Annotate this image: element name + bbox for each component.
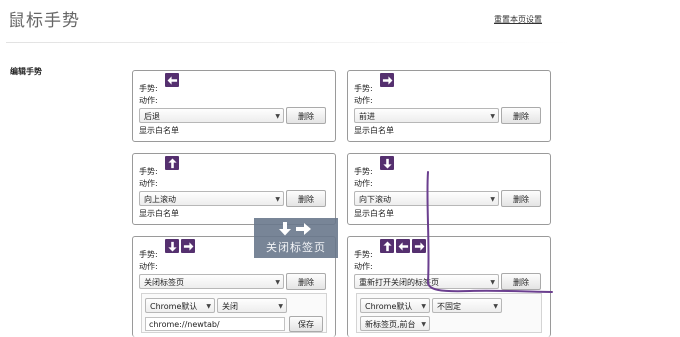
arrow-left-icon — [396, 239, 410, 253]
browser-select[interactable]: Chrome默认 ▼ — [360, 298, 430, 313]
action-select-value: 向下滚动 — [359, 195, 391, 204]
show-whitelist-link[interactable]: 显示白名单 — [139, 208, 179, 219]
action-label: 动作: — [139, 179, 158, 188]
dropdown-caret-icon: ▼ — [206, 303, 211, 310]
arrow-up-icon — [165, 156, 179, 170]
delete-button[interactable]: 删除 — [286, 107, 326, 124]
action-select-value: 重新打开关闭的标签页 — [359, 278, 439, 287]
gesture-label: 手势: — [139, 84, 158, 93]
action-label: 动作: — [139, 96, 158, 105]
gesture-card-scroll-down: 手势: 动作: 向下滚动 ▼ 删除 显示白名单 — [347, 153, 551, 225]
dropdown-caret-icon: ▼ — [490, 279, 495, 286]
dropdown-caret-icon: ▼ — [278, 303, 283, 310]
gesture-label: 手势: — [354, 84, 373, 93]
action-select-value: 前进 — [359, 112, 375, 121]
action-select[interactable]: 关闭标签页 ▼ — [139, 274, 284, 289]
delete-button[interactable]: 删除 — [501, 273, 541, 290]
action-select[interactable]: 后退 ▼ — [139, 108, 284, 123]
page-title: 鼠标手势 — [8, 11, 80, 31]
delete-button[interactable]: 删除 — [501, 190, 541, 207]
delete-button[interactable]: 删除 — [286, 273, 326, 290]
dropdown-caret-icon: ▼ — [421, 303, 426, 310]
close-mode-select[interactable]: 关闭 ▼ — [217, 298, 287, 313]
action-label: 动作: — [354, 262, 373, 271]
action-select[interactable]: 重新打开关闭的标签页 ▼ — [354, 274, 499, 289]
action-label: 动作: — [354, 179, 373, 188]
gesture-label: 手势: — [139, 167, 158, 176]
arrow-right-icon — [380, 73, 394, 87]
browser-select-value: Chrome默认 — [365, 302, 413, 311]
dropdown-caret-icon: ▼ — [275, 113, 280, 120]
gesture-card-back: 手势: 动作: 后退 ▼ 删除 显示白名单 — [132, 70, 336, 142]
arrow-up-icon — [380, 239, 394, 253]
dropdown-caret-icon: ▼ — [493, 303, 498, 310]
action-options-panel: Chrome默认 ▼ 不固定 ▼ 新标签页,前台 ▼ — [356, 293, 542, 333]
browser-select-value: Chrome默认 — [150, 302, 198, 311]
dropdown-caret-icon: ▼ — [421, 321, 426, 328]
arrow-right-icon — [181, 239, 195, 253]
gesture-stroke-trail — [426, 171, 553, 293]
dropdown-caret-icon: ▼ — [275, 196, 280, 203]
close-mode-select-value: 关闭 — [222, 302, 238, 311]
show-whitelist-link[interactable]: 显示白名单 — [354, 125, 394, 136]
gesture-card-forward: 手势: 动作: 前进 ▼ 删除 显示白名单 — [347, 70, 551, 142]
arrow-left-icon — [165, 73, 179, 87]
header-divider — [6, 42, 572, 43]
overlay-arrows — [254, 221, 338, 237]
show-whitelist-link[interactable]: 显示白名单 — [139, 125, 179, 136]
gesture-label: 手势: — [354, 250, 373, 259]
delete-button[interactable]: 删除 — [501, 107, 541, 124]
dropdown-caret-icon: ▼ — [490, 196, 495, 203]
pin-mode-select-value: 不固定 — [437, 302, 461, 311]
action-options-panel: Chrome默认 ▼ 关闭 ▼ chrome://newtab/ 保存 — [141, 293, 327, 333]
delete-button[interactable]: 删除 — [286, 190, 326, 207]
action-select-value: 后退 — [144, 112, 160, 121]
tab-position-select-value: 新标签页,前台 — [365, 320, 416, 329]
gesture-label: 手势: — [354, 167, 373, 176]
action-select-value: 向上滚动 — [144, 195, 176, 204]
arrow-right-icon — [412, 239, 426, 253]
gesture-label: 手势: — [139, 250, 158, 259]
arrow-down-icon — [165, 239, 179, 253]
reset-settings-link[interactable]: 重置本页设置 — [494, 14, 542, 25]
action-select-value: 关闭标签页 — [144, 278, 184, 287]
new-tab-url-field[interactable]: chrome://newtab/ — [145, 317, 285, 331]
arrow-down-icon — [380, 156, 394, 170]
action-select[interactable]: 前进 ▼ — [354, 108, 499, 123]
overlay-down-right-arrows-icon — [279, 222, 311, 236]
action-select[interactable]: 向上滚动 ▼ — [139, 191, 284, 206]
gesture-card-reopen-tab: 手势: 动作: 重新打开关闭的标签页 ▼ 删除 Chrome默认 ▼ 不固定 ▼ 新标… — [347, 236, 551, 337]
browser-select[interactable]: Chrome默认 ▼ — [145, 298, 215, 313]
dropdown-caret-icon: ▼ — [275, 279, 280, 286]
tab-position-select[interactable]: 新标签页,前台 ▼ — [360, 316, 430, 331]
section-label-edit-gestures: 编辑手势 — [10, 67, 42, 76]
gesture-card-scroll-up: 手势: 动作: 向上滚动 ▼ 删除 显示白名单 — [132, 153, 336, 225]
action-label: 动作: — [139, 262, 158, 271]
show-whitelist-link[interactable]: 显示白名单 — [354, 208, 394, 219]
gesture-feedback-overlay: 关闭标签页 — [254, 218, 338, 258]
pin-mode-select[interactable]: 不固定 ▼ — [432, 298, 502, 313]
action-label: 动作: — [354, 96, 373, 105]
save-button[interactable]: 保存 — [289, 316, 323, 332]
action-select[interactable]: 向下滚动 ▼ — [354, 191, 499, 206]
overlay-gesture-text: 关闭标签页 — [266, 241, 326, 254]
dropdown-caret-icon: ▼ — [490, 113, 495, 120]
